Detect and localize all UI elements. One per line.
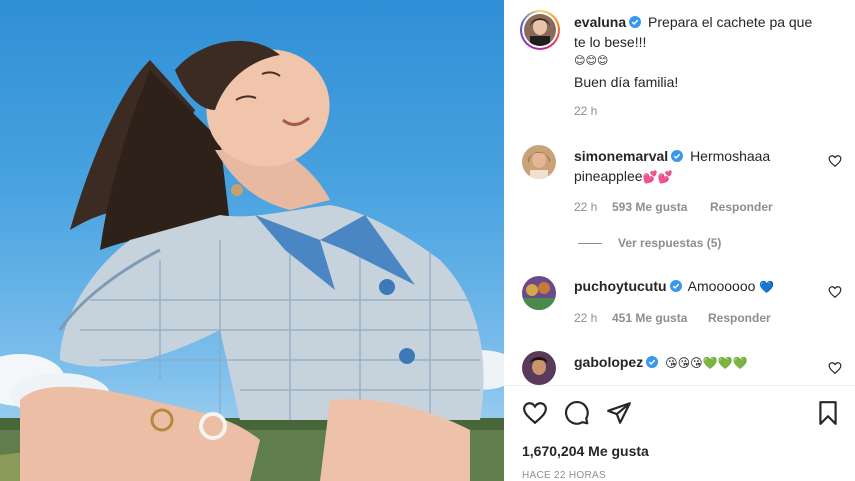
comment-text: Hermoshaaa: [690, 148, 771, 164]
caption-line-2: te lo bese!!!: [574, 34, 647, 50]
comment-emoji: 😘😘😘💚💚💚: [665, 356, 748, 370]
comment-like-heart-icon[interactable]: [828, 285, 842, 299]
commenter-avatar[interactable]: [522, 145, 556, 179]
verified-badge-icon: [629, 16, 642, 28]
verified-badge-icon: [671, 150, 684, 162]
author-avatar-ring[interactable]: [520, 10, 560, 50]
comment-username[interactable]: simonemarval: [574, 148, 668, 164]
comment-time[interactable]: 22 h: [574, 311, 597, 325]
commenter-avatar[interactable]: [522, 351, 556, 385]
comment-text: Amoooooo: [687, 278, 756, 294]
caption-line-3: Buen día familia!: [574, 74, 679, 90]
verified-badge-icon: [669, 280, 682, 292]
reply-button[interactable]: Responder: [710, 200, 773, 214]
post-time[interactable]: 22 h: [574, 104, 597, 118]
actions-divider: [504, 385, 855, 386]
comment-1: simonemarval Hermoshaaa pineapplee💕💕: [574, 146, 831, 187]
comment-3: gabolopez 😘😘😘💚💚💚: [574, 352, 831, 373]
commenter-avatar[interactable]: [522, 276, 556, 310]
like-button[interactable]: [520, 398, 550, 428]
save-button[interactable]: [813, 398, 843, 428]
post-photo-illustration: [0, 40, 504, 481]
comment-likes[interactable]: 451 Me gusta: [612, 311, 687, 325]
post-side-panel: evaluna Prepara el cachete pa que te lo …: [504, 0, 855, 481]
comment-emoji: 💙: [759, 280, 775, 294]
bookmark-icon: [819, 401, 837, 425]
comment-likes[interactable]: 593 Me gusta: [612, 200, 687, 214]
comment-time[interactable]: 22 h: [574, 200, 597, 214]
comment-username[interactable]: gabolopez: [574, 354, 643, 370]
send-icon: [607, 402, 631, 424]
verified-badge-icon: [646, 356, 659, 368]
reply-button[interactable]: Responder: [708, 311, 771, 325]
caption-emoji: 😊😊😊: [574, 55, 609, 67]
share-button[interactable]: [604, 398, 634, 428]
post-caption: evaluna Prepara el cachete pa que te lo …: [574, 12, 831, 92]
comment-username[interactable]: puchoytucutu: [574, 278, 667, 294]
caption-line-1: Prepara el cachete pa que: [648, 14, 813, 30]
post-photo[interactable]: [0, 0, 504, 481]
view-replies-button[interactable]: Ver respuestas (5): [578, 236, 721, 250]
comment-like-heart-icon[interactable]: [828, 361, 842, 375]
post-like-count[interactable]: 1,670,204 Me gusta: [522, 443, 649, 459]
post-timestamp[interactable]: HACE 22 HORAS: [522, 470, 606, 481]
author-username[interactable]: evaluna: [574, 14, 626, 30]
action-bar: [520, 398, 843, 428]
comment-button[interactable]: [562, 398, 592, 428]
comment-like-heart-icon[interactable]: [828, 154, 842, 168]
comment-text-line-2: pineapplee: [574, 168, 643, 184]
view-replies-label: Ver respuestas (5): [618, 236, 722, 250]
comment-icon: [565, 401, 589, 425]
author-avatar[interactable]: [524, 14, 556, 46]
heart-icon: [523, 402, 547, 425]
view-replies-line: [578, 242, 602, 244]
comment-2: puchoytucutu Amoooooo 💙: [574, 276, 831, 297]
comment-emoji: 💕💕: [642, 170, 673, 184]
